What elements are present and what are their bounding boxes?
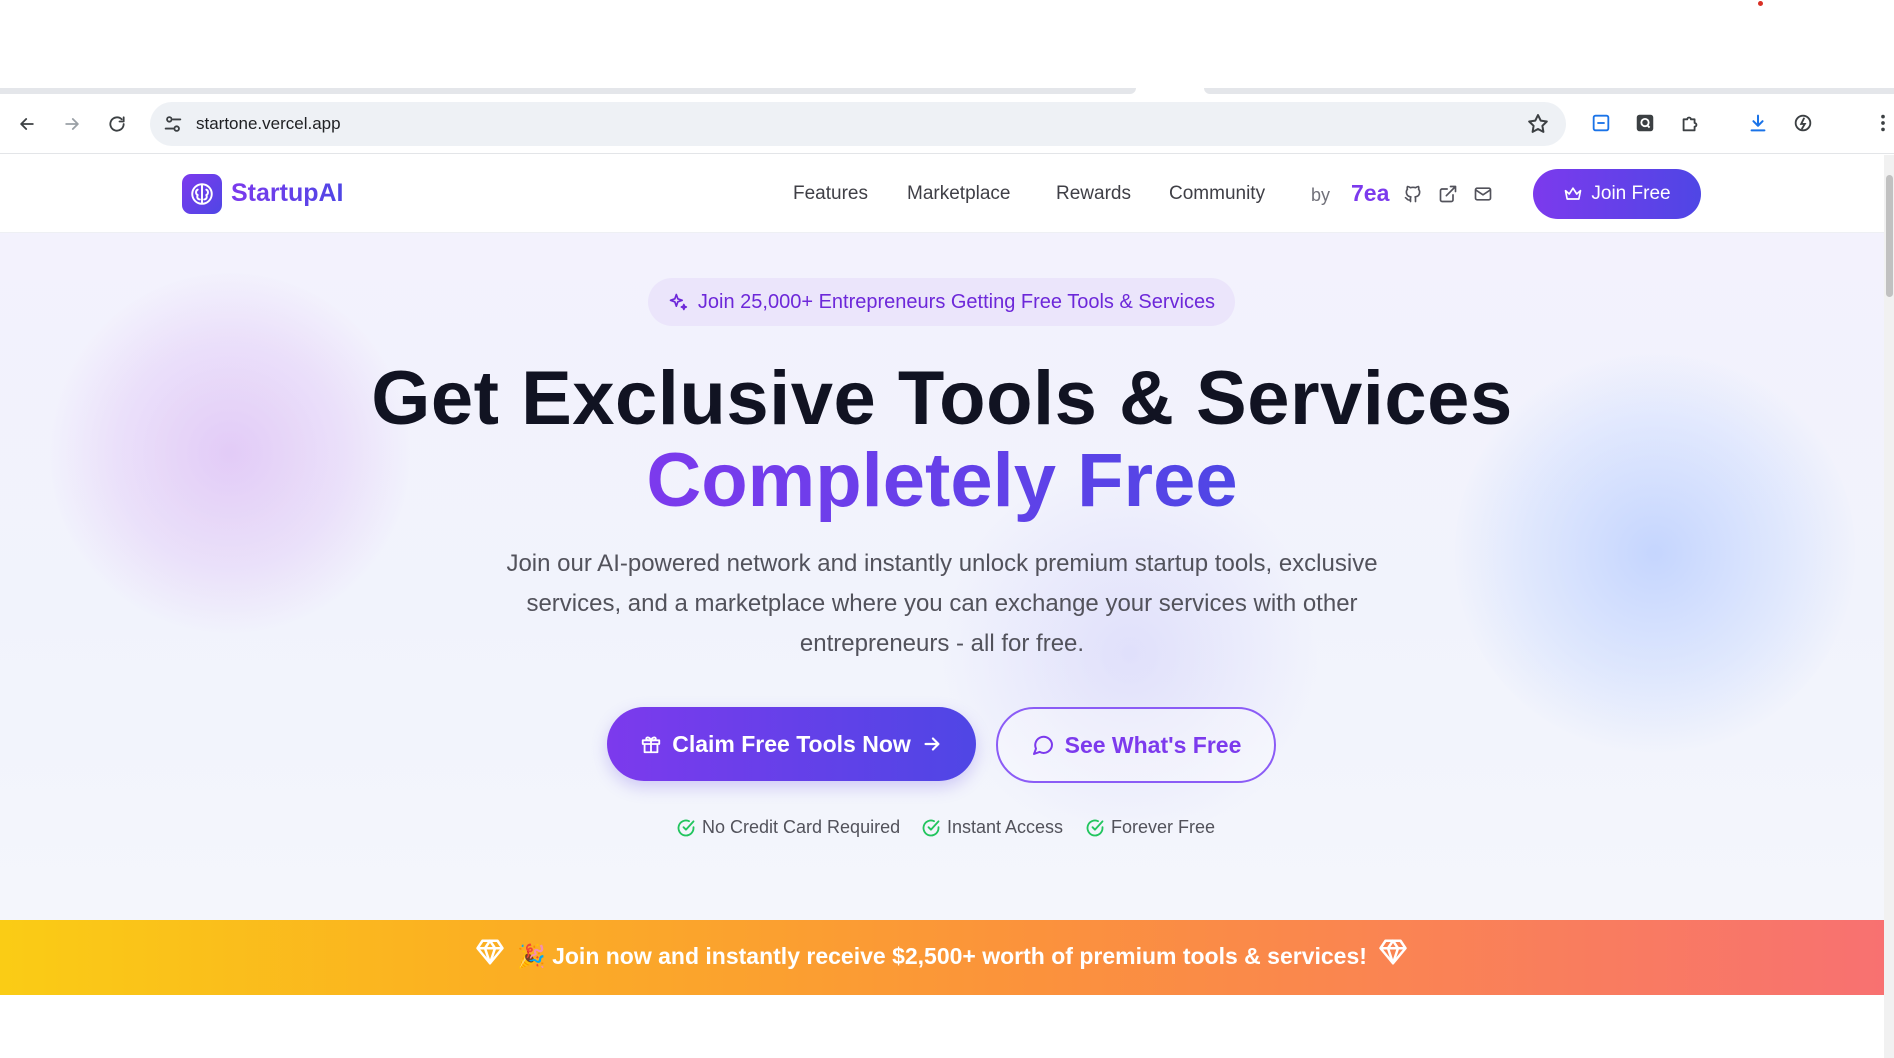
check-circle-icon xyxy=(1086,819,1104,836)
logo-icon[interactable] xyxy=(182,174,222,214)
more-vertical-icon xyxy=(1881,114,1885,132)
join-free-label: Join Free xyxy=(1591,183,1671,204)
bookmark-star-icon[interactable] xyxy=(1526,112,1550,136)
join-free-button[interactable]: Join Free xyxy=(1533,169,1701,219)
external-link-icon[interactable] xyxy=(1438,184,1458,204)
extension-button[interactable] xyxy=(1630,108,1660,138)
nav-features[interactable]: Features xyxy=(793,183,868,205)
site-header: StartupAI Features Marketplace Rewards C… xyxy=(0,155,1884,233)
check-circle-icon xyxy=(922,819,940,836)
extensions-menu-button[interactable] xyxy=(1675,108,1705,138)
author-link[interactable]: 7ea xyxy=(1351,180,1389,207)
url-text[interactable]: startone.vercel.app xyxy=(196,114,341,134)
back-button[interactable] xyxy=(10,107,44,141)
see-whats-free-label: See What's Free xyxy=(1064,731,1242,758)
hero-subtitle: Join our AI-powered network and instantl… xyxy=(506,550,1378,657)
arrow-right-icon xyxy=(924,737,940,751)
by-label: by xyxy=(1311,185,1331,205)
browser-toolbar: startone.vercel.app xyxy=(0,94,1894,154)
promo-banner: 🎉 Join now and instantly receive $2,500+… xyxy=(0,920,1884,995)
gift-icon xyxy=(642,736,661,754)
notification-dot xyxy=(1758,1,1763,6)
arrow-right-icon xyxy=(65,118,79,130)
arrow-left-icon xyxy=(20,118,34,130)
hero-section: Join 25,000+ Entrepreneurs Getting Free … xyxy=(0,233,1884,920)
claim-free-tools-label: Claim Free Tools Now xyxy=(672,730,911,757)
perk-no-credit-card: No Credit Card Required xyxy=(676,817,900,838)
hero-badge: Join 25,000+ Entrepreneurs Getting Free … xyxy=(648,278,1235,326)
message-circle-icon xyxy=(1032,735,1053,755)
page-scrollbar[interactable] xyxy=(1884,155,1894,1058)
logo-text[interactable]: StartupAI xyxy=(231,179,344,208)
speedometer-icon xyxy=(1794,114,1812,132)
promo-text: 🎉 Join now and instantly receive $2,500+… xyxy=(517,943,1367,969)
mail-icon[interactable] xyxy=(1473,184,1493,204)
extension-window-icon xyxy=(1592,114,1610,132)
perk-label: Instant Access xyxy=(947,817,1064,837)
reload-button[interactable] xyxy=(100,107,134,141)
perk-label: No Credit Card Required xyxy=(702,817,901,837)
brain-icon xyxy=(191,183,213,205)
nav-marketplace[interactable]: Marketplace xyxy=(907,183,1011,205)
download-icon xyxy=(1750,114,1766,132)
sparkles-icon xyxy=(669,293,688,311)
page-viewport: StartupAI Features Marketplace Rewards C… xyxy=(0,155,1884,1058)
browser-tab-strip xyxy=(0,0,1894,94)
extension-q-icon xyxy=(1636,114,1654,132)
diamond-icon xyxy=(1379,939,1407,965)
perk-instant-access: Instant Access xyxy=(921,817,1063,838)
claim-free-tools-button[interactable]: Claim Free Tools Now xyxy=(607,707,976,781)
scrollbar-thumb[interactable] xyxy=(1886,175,1893,297)
downloads-button[interactable] xyxy=(1743,108,1773,138)
forward-button[interactable] xyxy=(55,107,89,141)
reload-icon xyxy=(109,116,125,132)
extension-button[interactable] xyxy=(1586,108,1616,138)
hero-badge-text: Join 25,000+ Entrepreneurs Getting Free … xyxy=(697,290,1216,313)
hero-title-highlight: Completely Free xyxy=(0,437,1884,524)
check-circle-icon xyxy=(677,819,695,836)
performance-button[interactable] xyxy=(1788,108,1818,138)
perk-forever-free: Forever Free xyxy=(1085,817,1215,838)
puzzle-icon xyxy=(1682,116,1698,132)
perk-label: Forever Free xyxy=(1111,817,1216,837)
site-settings-icon[interactable] xyxy=(162,113,184,135)
nav-community[interactable]: Community xyxy=(1169,183,1265,205)
github-icon[interactable] xyxy=(1403,184,1423,204)
address-bar[interactable]: startone.vercel.app xyxy=(150,102,1566,146)
nav-rewards[interactable]: Rewards xyxy=(1056,183,1131,205)
hero-title: Get Exclusive Tools & Services xyxy=(371,356,1513,441)
crown-icon xyxy=(1565,187,1582,200)
browser-menu-button[interactable] xyxy=(1868,108,1894,138)
hero-title-highlight-text: Completely Free xyxy=(646,438,1238,523)
see-whats-free-button[interactable]: See What's Free xyxy=(996,707,1276,783)
